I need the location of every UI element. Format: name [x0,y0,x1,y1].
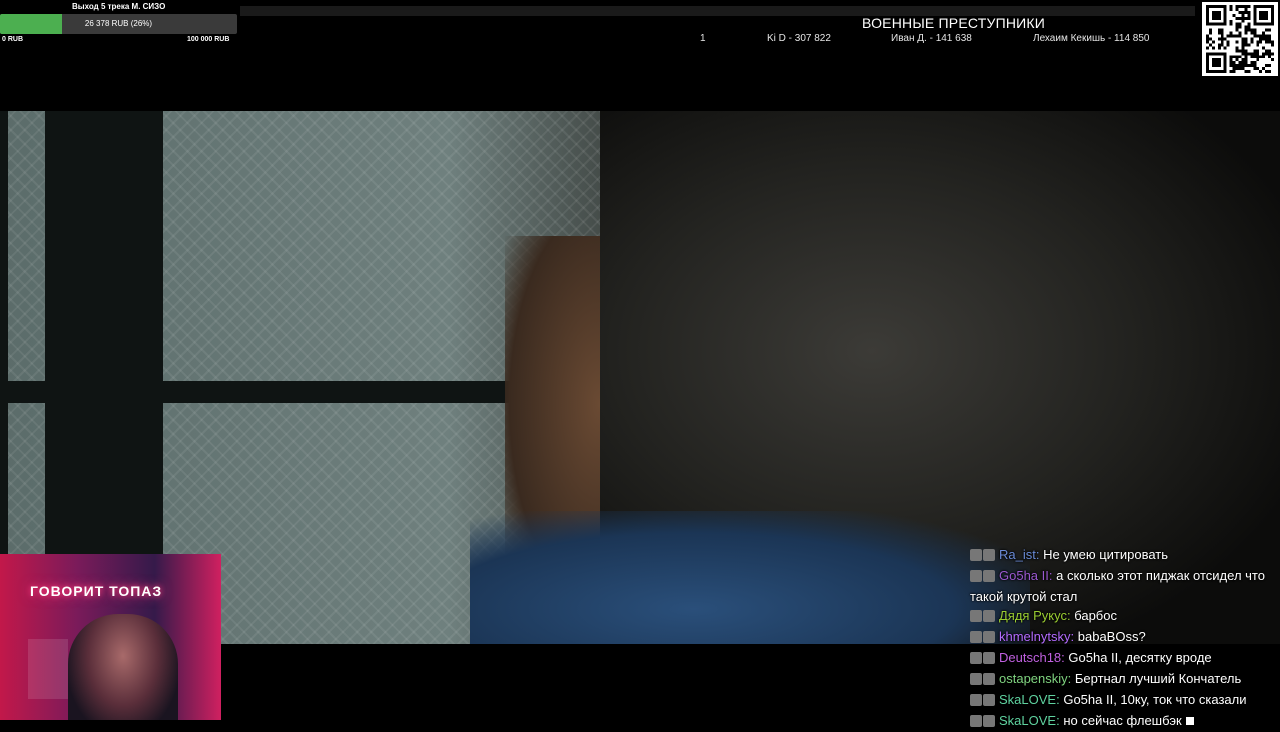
leaderboard-entry: Лехаим Кекишь - 114 850 [1033,33,1150,44]
chat-nickname[interactable]: ostapenskiy [999,671,1068,686]
user-badges [970,713,996,732]
user-badges [970,650,996,669]
user-badge-icon [970,570,982,582]
user-badge-icon [983,715,995,727]
window-bar [0,381,520,403]
user-badge-icon [983,549,995,561]
webcam-overlay: ГОВОРИТ ТОПАЗ [0,554,221,720]
streamer [68,614,178,720]
goal-max-label: 100 000 RUB [187,36,230,43]
user-badge-icon [970,715,982,727]
user-badges [970,671,996,690]
user-badge-icon [983,570,995,582]
top-overlay-strip [240,6,1195,16]
user-badges [970,568,996,587]
qr-code-icon [1202,2,1278,76]
donation-goal-widget: Выход 5 трека М. СИЗО 26 378 RUB (26%) 0… [0,0,240,48]
user-badge-icon [970,652,982,664]
user-badge-icon [983,694,995,706]
user-badges [970,547,996,566]
chat-nickname[interactable]: khmelnytsky [999,629,1071,644]
chat-nickname[interactable]: Ra_ist [999,547,1036,562]
user-badge-icon [970,610,982,622]
chat-nickname[interactable]: Deutsch18 [999,650,1061,665]
chat-nickname[interactable]: Go5ha II [999,568,1049,583]
leaderboard-title: ВОЕННЫЕ ПРЕСТУПНИКИ [862,15,1046,31]
chat-text: Go5ha II, десятку вроде [1068,650,1212,665]
goal-progress-bar: 26 378 RUB (26%) [0,14,237,34]
leaderboard-entry: Ki D - 307 822 [767,33,831,44]
chat-overlay: Ra_ist: Не умею цитировать Go5ha II: а ск… [970,545,1270,732]
user-badges [970,608,996,627]
chat-text: babaBOss? [1077,629,1146,644]
leaderboard-entry: Иван Д. - 141 638 [891,33,972,44]
user-badge-icon [983,673,995,685]
goal-min-label: 0 RUB [2,36,24,43]
chat-nickname[interactable]: SkaLOVE [999,692,1056,707]
user-badge-icon [970,694,982,706]
chat-message: SkaLOVE: Go5ha II, 10ку, ток что сказали [970,690,1270,711]
chat-message: ostapenskiy: Бертнал лучший Кончатель [970,669,1270,690]
blue-shirts [470,511,1030,644]
goal-title: Выход 5 трека М. СИЗО [72,2,166,11]
user-badge-icon [970,549,982,561]
user-badge-icon [970,673,982,685]
user-badge-icon [983,631,995,643]
chat-message: khmelnytsky: babaBOss? [970,627,1270,648]
chat-text: барбос [1074,608,1117,623]
neon-sign: ГОВОРИТ ТОПАЗ [30,583,163,599]
chat-message: Ra_ist: Не умею цитировать [970,545,1270,566]
user-badges [970,692,996,711]
user-badge-icon [983,652,995,664]
chat-text: Не умею цитировать [1043,547,1169,562]
user-badge-icon [970,631,982,643]
goal-progress-text: 26 378 RUB (26%) [84,19,153,28]
shelf [28,639,68,699]
user-badges [970,629,996,648]
chat-message: Дядя Рукус: барбос [970,606,1270,627]
chat-nickname[interactable]: SkaLOVE [999,713,1056,728]
chat-nickname[interactable]: Дядя Рукус [999,608,1067,623]
chat-message: Deutsch18: Go5ha II, десятку вроде [970,648,1270,669]
chat-message: SkaLOVE: но сейчас флешбэк [970,711,1270,732]
chat-text: Бертнал лучший Кончатель [1074,671,1242,686]
emote-icon [1185,717,1194,725]
user-badge-icon [983,610,995,622]
leaderboard-rank: 1 [700,33,706,44]
chat-message: Go5ha II: а сколько этот пиджак отсидел … [970,568,1265,604]
chat-text: но сейчас флешбэк [1063,713,1182,728]
chat-text: Go5ha II, 10ку, ток что сказали [1063,692,1247,707]
